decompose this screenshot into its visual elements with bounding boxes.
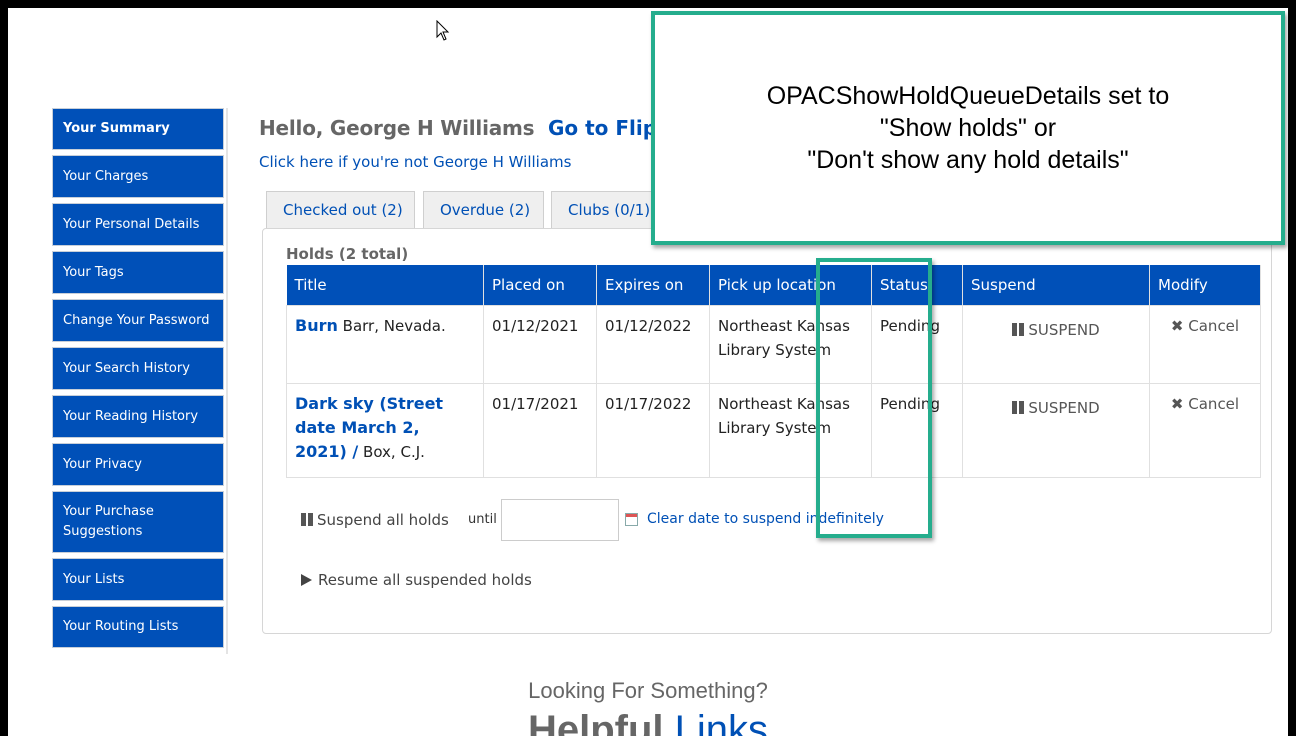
hold-author: Box, C.J. [363, 442, 425, 461]
suspend-cell: SUSPEND [962, 382, 1150, 478]
modify-cell: ✖ Cancel [1149, 382, 1261, 478]
browser-viewport: Your Summary Your Charges Your Personal … [8, 8, 1288, 736]
expires-on-cell: 01/17/2022 [596, 382, 710, 478]
user-menu-sidebar: Your Summary Your Charges Your Personal … [52, 108, 224, 653]
hold-title-link[interactable]: Burn [295, 316, 338, 335]
sidebar-item-change-password[interactable]: Change Your Password [52, 299, 224, 342]
cancel-hold-button[interactable]: ✖ Cancel [1158, 392, 1252, 416]
annotation-line: OPACShowHoldQueueDetails set to [766, 82, 1170, 110]
holds-heading: Holds (2 total) [286, 245, 409, 263]
sidebar-item-routing-lists[interactable]: Your Routing Lists [52, 606, 224, 648]
sidebar-item-reading-history[interactable]: Your Reading History [52, 395, 224, 438]
cancel-label: Cancel [1188, 394, 1240, 413]
table-row: Burn Barr, Nevada. 01/12/2021 01/12/2022… [286, 304, 1261, 384]
helpful-links-heading: Helpful Links [8, 708, 1288, 736]
suspend-label: SUSPEND [1028, 398, 1100, 417]
user-greeting: Hello, George H Williams [259, 116, 535, 140]
sidebar-item-your-charges[interactable]: Your Charges [52, 155, 224, 198]
hold-title-cell: Burn Barr, Nevada. [286, 304, 484, 384]
suspend-until-date-input[interactable] [501, 499, 619, 541]
resume-all-label: Resume all suspended holds [318, 571, 532, 589]
annotation-text: OPACShowHoldQueueDetails set to "Show ho… [767, 80, 1170, 176]
suspend-cell: SUSPEND [962, 304, 1150, 384]
not-you-link[interactable]: Click here if you're not George H Willia… [259, 153, 571, 171]
holds-table: Title Placed on Expires on Pick up locat… [286, 265, 1261, 478]
sidebar-divider [226, 108, 228, 654]
annotation-line: "Show holds" or [879, 114, 1057, 142]
pause-icon [1012, 400, 1025, 414]
links-word: Links [674, 708, 769, 736]
table-header-row: Title Placed on Expires on Pick up locat… [286, 265, 1261, 305]
column-header-title[interactable]: Title [286, 265, 484, 305]
sidebar-item-your-summary[interactable]: Your Summary [52, 108, 224, 150]
modify-cell: ✖ Cancel [1149, 304, 1261, 384]
column-header-placed-on[interactable]: Placed on [483, 265, 597, 305]
suspend-label: SUSPEND [1028, 320, 1100, 339]
until-label: until [468, 512, 497, 527]
suspend-button[interactable]: SUSPEND [971, 392, 1141, 420]
annotation-line: "Don't show any hold details" [807, 146, 1129, 174]
column-header-modify[interactable]: Modify [1149, 265, 1261, 305]
placed-on-cell: 01/17/2021 [483, 382, 597, 478]
placed-on-cell: 01/12/2021 [483, 304, 597, 384]
calendar-icon[interactable] [625, 513, 638, 526]
pause-icon [301, 513, 313, 526]
hold-author: Barr, Nevada. [342, 316, 446, 335]
footer-heading: Looking For Something? [528, 678, 768, 703]
pause-icon [1012, 322, 1025, 336]
helpful-word: Helpful [527, 708, 664, 736]
tab-checked-out[interactable]: Checked out (2) [266, 191, 415, 228]
suspend-button[interactable]: SUSPEND [971, 314, 1141, 342]
hold-title-cell: Dark sky (Street date March 2, 2021) / B… [286, 382, 484, 478]
sidebar-item-purchase-suggestions[interactable]: Your Purchase Suggestions [52, 491, 224, 553]
sidebar-item-your-lists[interactable]: Your Lists [52, 558, 224, 601]
annotation-callout: OPACShowHoldQueueDetails set to "Show ho… [651, 11, 1285, 245]
sidebar-item-your-privacy[interactable]: Your Privacy [52, 443, 224, 486]
tab-clubs[interactable]: Clubs (0/1) [551, 191, 661, 228]
suspend-all-holds-button[interactable]: Suspend all holds [301, 511, 449, 529]
column-header-suspend[interactable]: Suspend [962, 265, 1150, 305]
resume-all-holds-button[interactable]: Resume all suspended holds [301, 571, 532, 589]
status-column-highlight [816, 258, 932, 538]
play-icon [301, 574, 312, 586]
table-row: Dark sky (Street date March 2, 2021) / B… [286, 382, 1261, 478]
sidebar-item-personal-details[interactable]: Your Personal Details [52, 203, 224, 246]
column-header-expires-on[interactable]: Expires on [596, 265, 710, 305]
close-icon: ✖ [1170, 316, 1184, 335]
sidebar-item-your-tags[interactable]: Your Tags [52, 251, 224, 294]
close-icon: ✖ [1170, 394, 1184, 413]
suspend-all-label: Suspend all holds [317, 511, 449, 529]
mouse-cursor-icon [436, 20, 450, 41]
sidebar-item-search-history[interactable]: Your Search History [52, 347, 224, 390]
cancel-label: Cancel [1188, 316, 1240, 335]
expires-on-cell: 01/12/2022 [596, 304, 710, 384]
tab-overdue[interactable]: Overdue (2) [423, 191, 544, 228]
cancel-hold-button[interactable]: ✖ Cancel [1158, 314, 1252, 338]
